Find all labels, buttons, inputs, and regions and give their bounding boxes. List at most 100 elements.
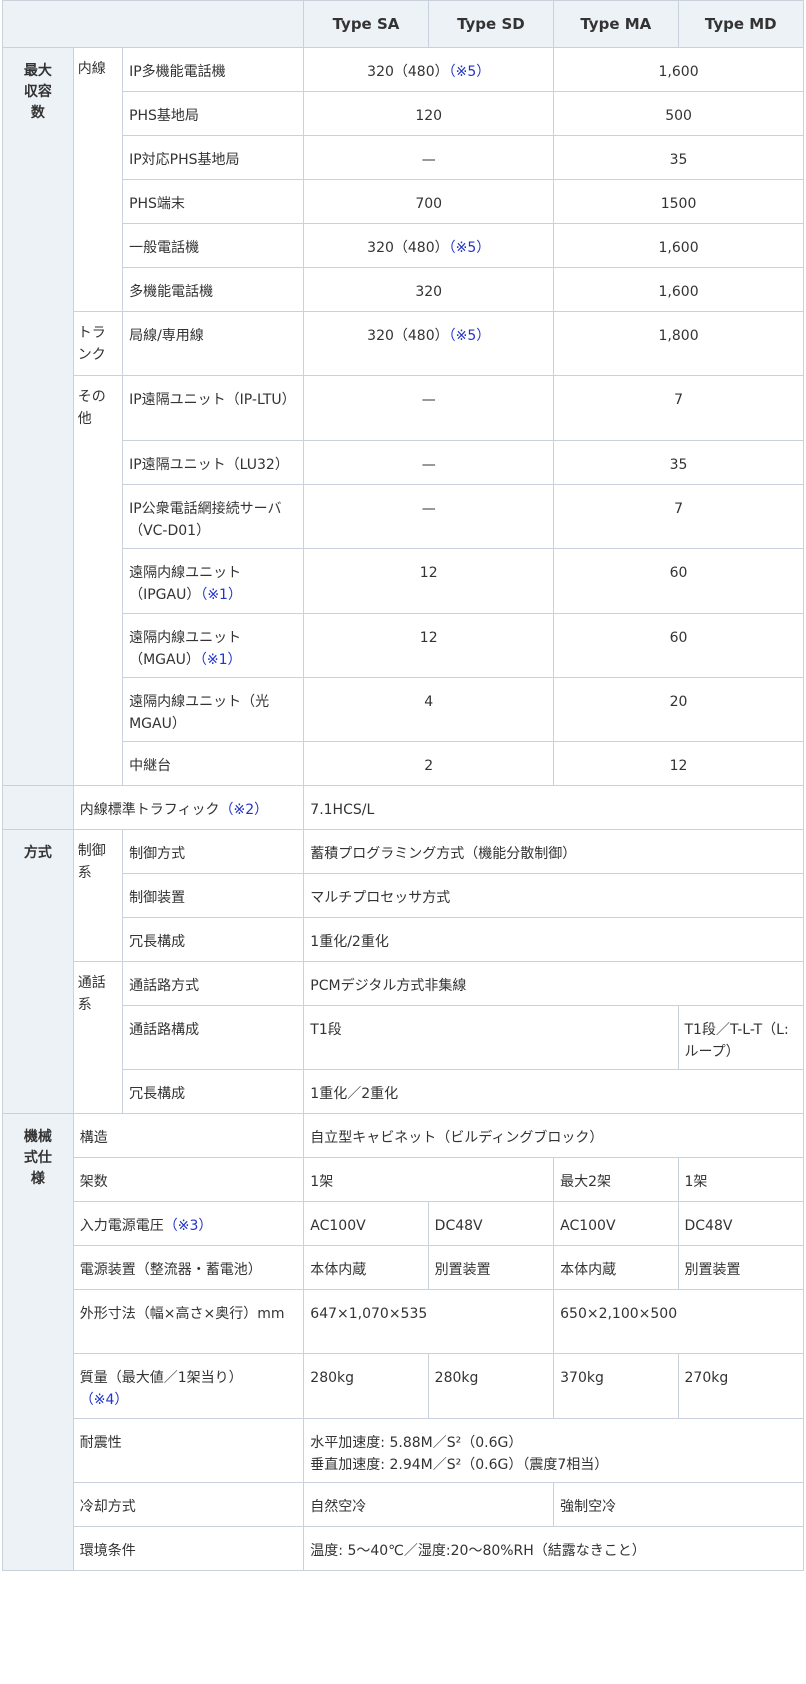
row-label: 内線標準トラフィック（※2）: [72, 785, 305, 830]
table-row: 冗長構成 1重化／2重化: [3, 1069, 804, 1114]
row-label: 電源装置（整流器・蓄電池）: [72, 1245, 305, 1290]
value-type-s: 320（480）（※5）: [303, 223, 555, 268]
value-type-m: 500: [553, 91, 804, 136]
row-label: 架数: [72, 1157, 305, 1202]
note-link[interactable]: （※5）: [449, 64, 491, 80]
value-type-m: 35: [553, 135, 804, 180]
value-type-m: 650×2,100×500: [553, 1289, 804, 1354]
row-value: 自立型キャビネット（ビルディングブロック）: [303, 1113, 804, 1158]
row-label: 質量（最大値／1架当り） （※4）: [72, 1353, 305, 1419]
value-type-m: 1,600: [553, 267, 804, 312]
table-row: PHS端末 700 1500: [3, 179, 804, 224]
table-row: 多機能電話機 320 1,600: [3, 267, 804, 312]
note-link[interactable]: （※5）: [449, 240, 491, 256]
table-row: 遠隔内線ユニット（IPGAU）（※1） 12 60: [3, 548, 804, 614]
value-type-m: 1500: [553, 179, 804, 224]
value-type-ma: 370kg: [553, 1353, 679, 1419]
value-type-s: 120: [303, 91, 555, 136]
value-type-s: 320（480）（※5）: [303, 311, 555, 376]
subcategory-call: 通話系: [72, 961, 124, 1114]
note-link[interactable]: （※5）: [449, 328, 491, 344]
table-row: 方式 制御系 制御方式 蓄積プログラミング方式（機能分散制御）: [2, 829, 804, 1114]
value-type-s: 320: [303, 267, 555, 312]
table-row: 機械 式仕様 構造 自立型キャビネット（ビルディングブロック）: [2, 1113, 804, 1571]
table-row: 通話系 通話路方式 PCMデジタル方式非集線: [3, 961, 804, 1114]
row-label: PHS端末: [122, 179, 305, 224]
row-label: 通話路構成: [122, 1005, 305, 1070]
value-type-sd: 280kg: [427, 1353, 555, 1419]
table-row: 一般電話機 320（480）（※5） 1,600: [3, 223, 804, 268]
spec-table: Type SA Type SD Type MA Type MD 最大 収容数 内線…: [1, 0, 804, 1571]
row-label: 一般電話機: [122, 223, 305, 268]
header-row: Type SA Type SD Type MA Type MD: [1, 0, 804, 48]
value-type-m: 35: [553, 440, 804, 485]
value-type-s: —: [303, 440, 555, 485]
note-link[interactable]: （※1）: [200, 652, 242, 668]
row-label: 制御方式: [122, 829, 305, 874]
value-type-m: 12: [553, 741, 804, 786]
table-row: 架数 1架 最大2架 1架: [3, 1157, 804, 1202]
value-type-s: 1架: [303, 1157, 555, 1202]
value-type-sa: 280kg: [303, 1353, 429, 1419]
row-label: 中継台: [122, 741, 305, 786]
row-label: IP公衆電話網接続サーバ（VC-D01）: [122, 484, 305, 549]
table-row: 制御装置 マルチプロセッサ方式: [3, 873, 804, 918]
value-type-m: 強制空冷: [553, 1482, 804, 1527]
header-type-ma: Type MA: [553, 0, 679, 48]
table-row: その他 IP遠隔ユニット（IP-LTU） — 7: [3, 375, 804, 786]
note-link[interactable]: （※1）: [200, 587, 242, 603]
category-method: 方式: [2, 829, 74, 1114]
table-row: IP公衆電話網接続サーバ（VC-D01） — 7: [3, 484, 804, 549]
value-type-ma: 本体内蔵: [553, 1245, 679, 1290]
row-label: 入力電源電圧（※3）: [72, 1201, 305, 1246]
row-label: IP遠隔ユニット（IP-LTU）: [122, 375, 305, 441]
value-type-m: 60: [553, 548, 804, 614]
row-label: PHS基地局: [122, 91, 305, 136]
subcategory-control: 制御系: [72, 829, 124, 962]
value-type-m: 1,600: [553, 223, 804, 268]
note-link[interactable]: （※4）: [80, 1392, 129, 1408]
row-value-b: T1段／T-L-T（L: ループ）: [677, 1005, 804, 1070]
category-blank: [2, 785, 74, 830]
value-type-m: 7: [553, 375, 804, 441]
value-type-ma: 最大2架: [553, 1157, 679, 1202]
table-row: 電源装置（整流器・蓄電池） 本体内蔵 別置装置 本体内蔵 別置装置: [3, 1245, 804, 1290]
table-row: 入力電源電圧（※3） AC100V DC48V AC100V DC48V: [3, 1201, 804, 1246]
table-row: 質量（最大値／1架当り） （※4） 280kg 280kg 370kg 270kg: [3, 1353, 804, 1419]
value-type-md: 別置装置: [677, 1245, 804, 1290]
row-label: IP対応PHS基地局: [122, 135, 305, 180]
row-label: 構造: [72, 1113, 305, 1158]
value-type-s: 12: [303, 613, 555, 678]
header-blank: [1, 0, 305, 48]
note-link[interactable]: （※3）: [164, 1218, 213, 1234]
row-label: 遠隔内線ユニット（IPGAU）（※1）: [122, 548, 305, 614]
table-row: 最大 収容数 内線 IP多機能電話機 320（480）（※5） 1,600: [2, 47, 804, 786]
table-row: 外形寸法（幅×高さ×奥行）mm 647×1,070×535 650×2,100×…: [3, 1289, 804, 1354]
row-label: 局線/専用線: [122, 311, 305, 376]
value-type-s: —: [303, 375, 555, 441]
table-row: 中継台 2 12: [3, 741, 804, 786]
row-value-a: T1段: [303, 1005, 679, 1070]
row-value: 水平加速度: 5.88M／S²（0.6G） 垂直加速度: 2.94M／S²（0.6…: [303, 1418, 804, 1483]
value-type-s: 自然空冷: [303, 1482, 555, 1527]
row-label: 耐震性: [72, 1418, 305, 1483]
row-label: 冗長構成: [122, 917, 305, 962]
value-type-md: 1架: [677, 1157, 804, 1202]
seismic-line-1: 水平加速度: 5.88M／S²（0.6G）: [310, 1435, 523, 1451]
row-label: IP多機能電話機: [122, 47, 305, 92]
value-type-sd: 別置装置: [427, 1245, 555, 1290]
table-row: 通話路構成 T1段 T1段／T-L-T（L: ループ）: [3, 1005, 804, 1070]
row-value: 蓄積プログラミング方式（機能分散制御）: [303, 829, 804, 874]
value-type-m: 1,800: [553, 311, 804, 376]
row-label: 冗長構成: [122, 1069, 305, 1114]
category-capacity: 最大 収容数: [2, 47, 74, 786]
value-type-m: 60: [553, 613, 804, 678]
table-row: 耐震性 水平加速度: 5.88M／S²（0.6G） 垂直加速度: 2.94M／S²…: [3, 1418, 804, 1483]
row-label: 冷却方式: [72, 1482, 305, 1527]
header-type-md: Type MD: [677, 0, 804, 48]
value-type-s: 700: [303, 179, 555, 224]
note-link[interactable]: （※2）: [220, 802, 269, 818]
value-type-md: DC48V: [677, 1201, 804, 1246]
seismic-line-2: 垂直加速度: 2.94M／S²（0.6G）（震度7相当）: [310, 1457, 609, 1473]
value-type-s: 4: [303, 677, 555, 742]
